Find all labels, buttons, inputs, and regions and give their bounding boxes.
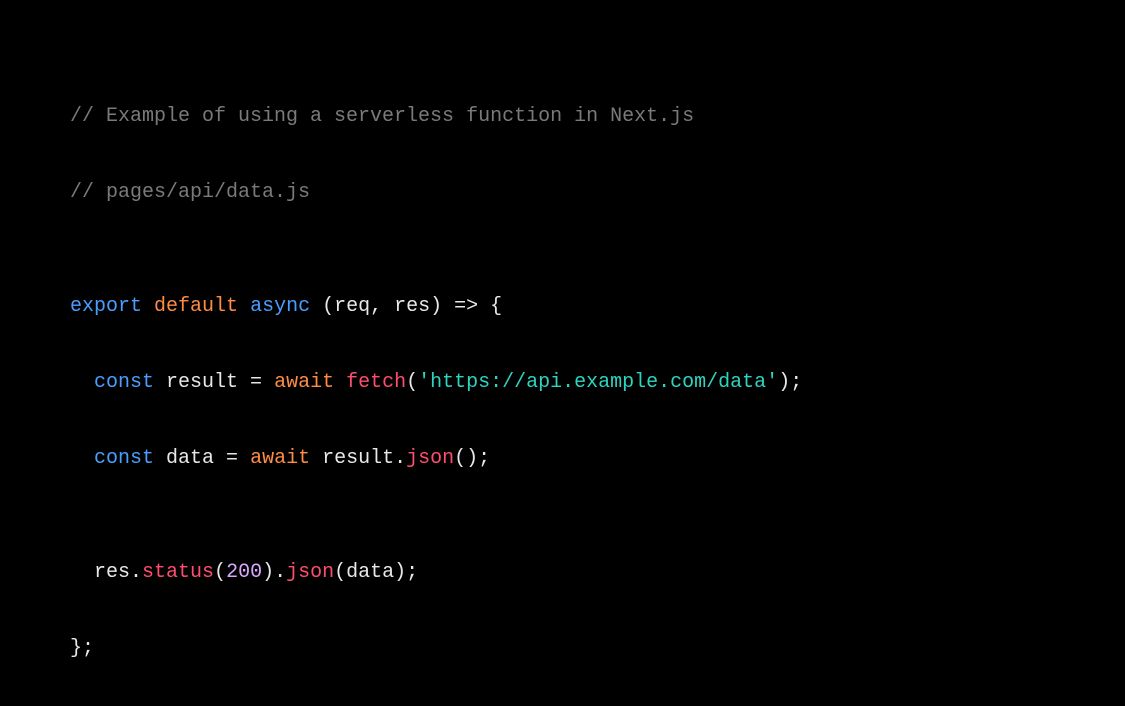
punct: );: [778, 371, 802, 394]
number-literal: 200: [226, 561, 262, 584]
code-line-4: export default async (req, res) => {: [70, 288, 1055, 326]
code-line-9: };: [70, 630, 1055, 668]
keyword-await: await: [250, 447, 310, 470]
comment: // Example of using a serverless functio…: [70, 105, 694, 128]
punct: (: [214, 561, 226, 584]
identifier: result.: [310, 447, 406, 470]
keyword-default: default: [154, 295, 238, 318]
punct: ,: [370, 295, 394, 318]
punct: ): [430, 295, 454, 318]
keyword-const: const: [94, 447, 154, 470]
punct: (: [334, 561, 346, 584]
punct: (: [406, 371, 418, 394]
code-line-5: const result = await fetch('https://api.…: [70, 364, 1055, 402]
indent: [70, 447, 94, 470]
keyword-await: await: [274, 371, 334, 394]
identifier: data: [154, 447, 226, 470]
code-line-1: // Example of using a serverless functio…: [70, 98, 1055, 136]
keyword-export: export: [70, 295, 142, 318]
arrow: =>: [454, 295, 478, 318]
function-call: status: [142, 561, 214, 584]
brace: {: [478, 295, 502, 318]
keyword-async: async: [250, 295, 310, 318]
punct: =: [226, 447, 250, 470]
punct: ();: [454, 447, 490, 470]
identifier: req: [334, 295, 370, 318]
brace: };: [70, 637, 94, 660]
function-call: json: [406, 447, 454, 470]
punct: ).: [262, 561, 286, 584]
keyword-const: const: [94, 371, 154, 394]
identifier: res: [394, 295, 430, 318]
identifier: data: [346, 561, 394, 584]
punct: =: [250, 371, 274, 394]
indent: [70, 561, 94, 584]
string-literal: 'https://api.example.com/data': [418, 371, 778, 394]
function-call: fetch: [346, 371, 406, 394]
function-call: json: [286, 561, 334, 584]
code-line-6: const data = await result.json();: [70, 440, 1055, 478]
comment: // pages/api/data.js: [70, 181, 310, 204]
indent: [70, 371, 94, 394]
code-block: // Example of using a serverless functio…: [70, 60, 1055, 706]
punct: (: [310, 295, 334, 318]
punct: );: [394, 561, 418, 584]
identifier: result: [154, 371, 250, 394]
space: [334, 371, 346, 394]
identifier: res.: [94, 561, 142, 584]
code-line-8: res.status(200).json(data);: [70, 554, 1055, 592]
code-line-2: // pages/api/data.js: [70, 174, 1055, 212]
